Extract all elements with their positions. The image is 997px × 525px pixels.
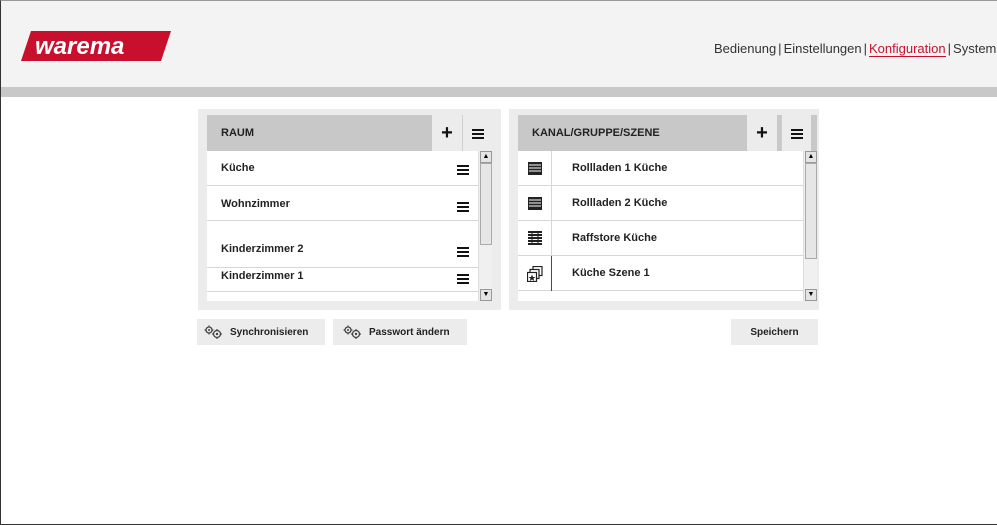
change-password-label: Passwort ändern	[369, 326, 450, 338]
scroll-down-arrow-icon[interactable]: ▼	[805, 289, 817, 301]
nav-separator: |	[863, 41, 868, 56]
channel-panel-title: KANAL/GRUPPE/SZENE	[532, 127, 660, 139]
channel-list-scrollbar[interactable]: ▲ ▼	[803, 151, 817, 301]
scrollbar-thumb[interactable]	[480, 163, 492, 245]
channel-icon-cell	[518, 256, 552, 291]
nav-bedienung[interactable]: Bedienung	[714, 41, 776, 56]
channel-panel: KANAL/GRUPPE/SZENE + Rollladen 1 Küche R…	[509, 109, 819, 310]
header: warema Bedienung | Einstellungen | Konfigura…	[1, 1, 997, 87]
list-item-channel[interactable]: Rollladen 2 Küche	[518, 186, 803, 221]
list-item-room[interactable]: Kinderzimmer 1	[207, 268, 478, 292]
save-label: Speichern	[750, 326, 799, 338]
nav-separator: |	[778, 41, 782, 56]
change-password-button[interactable]: Passwort ändern	[333, 319, 467, 345]
scroll-up-arrow-icon[interactable]: ▲	[480, 151, 492, 163]
room-list: Küche Wohnzimmer Kinderzimmer 2 Kinderzi…	[207, 151, 492, 301]
scroll-up-arrow-icon[interactable]: ▲	[805, 151, 817, 163]
list-item-channel[interactable]: Raffstore Küche	[518, 221, 803, 256]
menu-icon[interactable]	[457, 165, 469, 175]
channel-label: Küche Szene 1	[572, 267, 650, 279]
channel-icon-cell	[518, 151, 552, 186]
warema-logo: warema	[21, 31, 171, 61]
room-label: Kinderzimmer 1	[221, 270, 304, 282]
plus-icon: +	[441, 121, 453, 144]
synchronize-button[interactable]: Synchronisieren	[197, 319, 325, 345]
channel-icon-cell	[518, 221, 552, 256]
list-item-channel[interactable]: Küche Szene 1	[518, 256, 803, 291]
list-item-room[interactable]: Wohnzimmer	[207, 186, 478, 221]
channel-label: Raffstore Küche	[572, 232, 657, 244]
logo-text: warema	[35, 33, 124, 60]
list-item-room[interactable]: Kinderzimmer 2	[207, 221, 478, 268]
channel-panel-header: KANAL/GRUPPE/SZENE +	[518, 115, 817, 151]
room-panel: RAUM + Küche Wohnzimmer Kinderzimmer 2 K…	[198, 109, 501, 310]
roller-shutter-icon	[528, 197, 542, 210]
venetian-blind-icon	[528, 231, 542, 245]
room-label: Kinderzimmer 2	[221, 243, 304, 255]
channel-icon-cell	[518, 186, 552, 221]
list-item-channel[interactable]: Rollladen 1 Küche	[518, 151, 803, 186]
channel-menu-button[interactable]	[781, 115, 811, 151]
gears-icon	[204, 325, 222, 339]
menu-icon[interactable]	[457, 274, 469, 284]
add-room-button[interactable]: +	[432, 115, 462, 151]
plus-icon: +	[756, 121, 768, 144]
scrollbar-thumb[interactable]	[805, 163, 817, 259]
room-label: Wohnzimmer	[221, 198, 290, 210]
save-button[interactable]: Speichern	[731, 319, 818, 345]
top-navigation: Bedienung | Einstellungen | Konfiguration | Sy…	[714, 41, 996, 57]
channel-list: Rollladen 1 Küche Rollladen 2 Küche Raff…	[518, 151, 817, 301]
nav-system[interactable]: System	[953, 41, 996, 56]
app-frame: warema Bedienung | Einstellungen | Konfigura…	[0, 0, 997, 525]
menu-icon	[471, 128, 484, 139]
header-divider-bar	[1, 87, 997, 97]
room-menu-button[interactable]	[462, 115, 492, 151]
synchronize-label: Synchronisieren	[230, 326, 309, 338]
nav-konfiguration[interactable]: Konfiguration	[869, 41, 946, 57]
scroll-down-arrow-icon[interactable]: ▼	[480, 289, 492, 301]
room-label: Küche	[221, 162, 255, 174]
scene-icon	[527, 266, 543, 282]
roller-shutter-icon	[528, 162, 542, 175]
nav-einstellungen[interactable]: Einstellungen	[784, 41, 862, 56]
menu-icon[interactable]	[457, 202, 469, 212]
add-channel-button[interactable]: +	[747, 115, 777, 151]
channel-label: Rollladen 1 Küche	[572, 162, 668, 174]
menu-icon	[790, 128, 803, 139]
room-panel-title: RAUM	[221, 127, 254, 139]
list-item-room[interactable]: Küche	[207, 151, 478, 186]
gears-icon	[343, 325, 361, 339]
nav-separator: |	[947, 41, 952, 56]
menu-icon[interactable]	[457, 247, 469, 257]
channel-label: Rollladen 2 Küche	[572, 197, 668, 209]
room-list-scrollbar[interactable]: ▲ ▼	[478, 151, 492, 301]
room-panel-header: RAUM +	[207, 115, 492, 151]
